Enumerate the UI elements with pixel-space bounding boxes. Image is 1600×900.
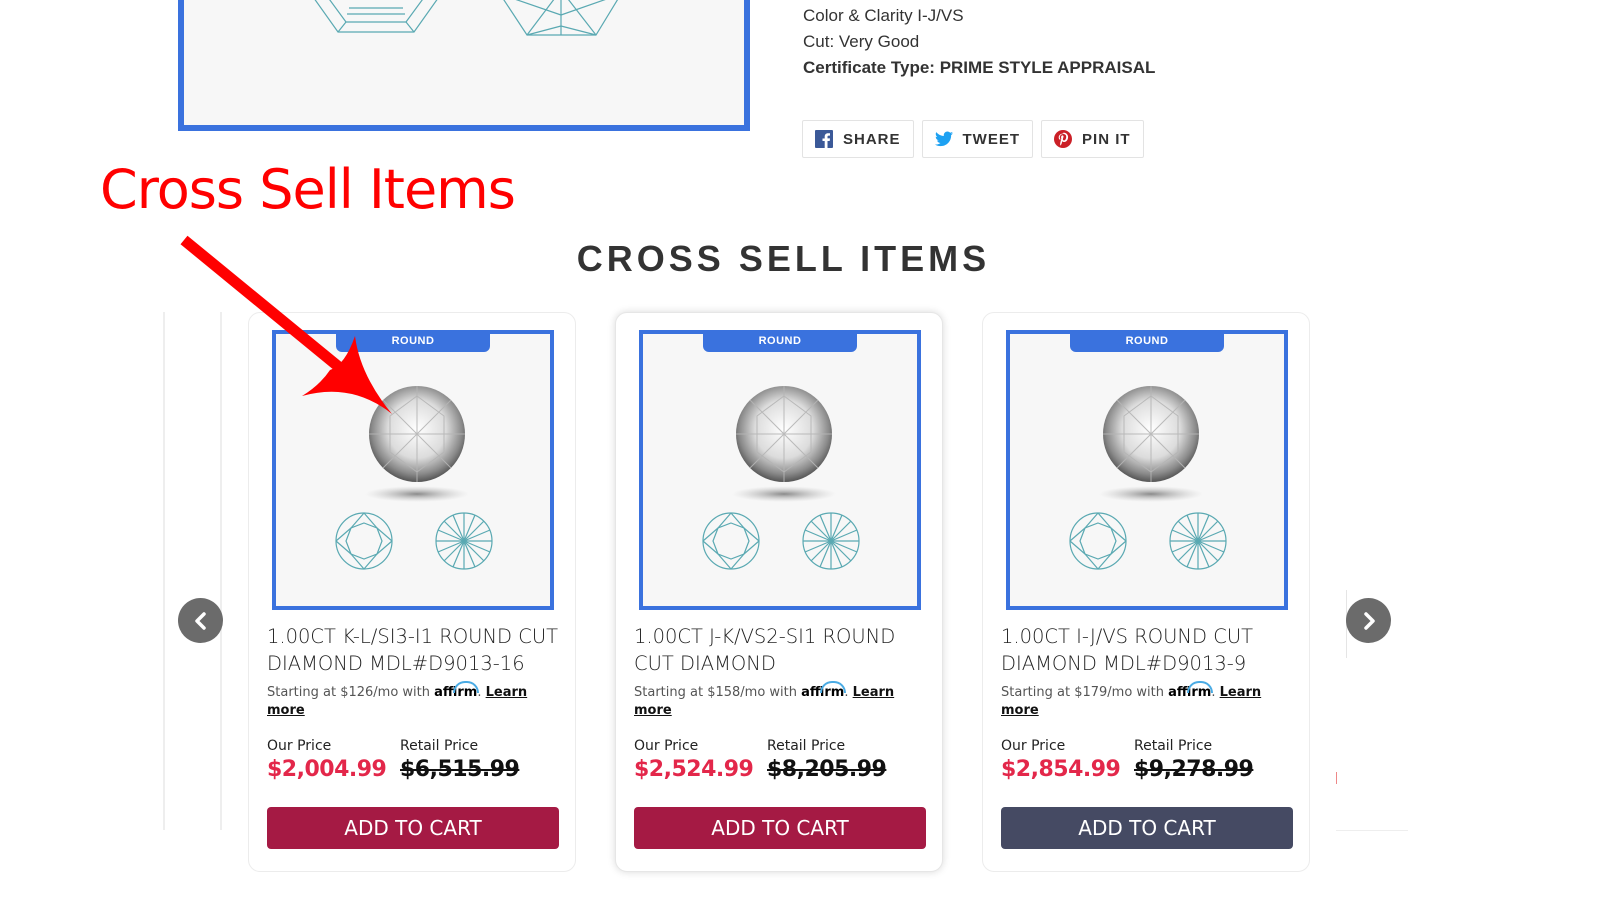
carousel-prev-button[interactable] — [178, 598, 223, 643]
affirm-logo-icon: affirm — [801, 685, 845, 700]
facebook-share-button[interactable]: SHARE — [802, 120, 914, 158]
affirm-logo-icon: affirm — [1168, 685, 1212, 700]
product-image[interactable]: ROUND — [639, 330, 921, 610]
our-price-label: Our Price — [1001, 738, 1066, 754]
octagon-crown-diagram — [314, 0, 438, 33]
partial-card-left-edge — [163, 312, 165, 830]
our-price-value: $2,004.99 — [267, 757, 387, 782]
affirm-prefix: Starting at $158/mo with — [634, 685, 797, 700]
diamond-image — [702, 386, 860, 570]
section-title: CROSS SELL ITEMS — [576, 238, 991, 279]
partial-card-right-price-mark — [1336, 772, 1337, 784]
cross-sell-card[interactable]: ROUND — [982, 312, 1310, 872]
cross-sell-card[interactable]: ROUND — [248, 312, 576, 872]
color-clarity-text: Color & Clarity I-J/VS — [803, 6, 964, 25]
partial-card-right-divider — [1336, 830, 1408, 831]
pinterest-pin-button[interactable]: PIN IT — [1041, 120, 1144, 158]
diamond-image — [335, 386, 493, 570]
product-image[interactable]: ROUND — [272, 330, 554, 610]
add-to-cart-button[interactable]: ADD TO CART — [634, 807, 926, 849]
facebook-icon — [815, 130, 833, 148]
our-price-value: $2,854.99 — [1001, 757, 1121, 782]
our-price-value: $2,524.99 — [634, 757, 754, 782]
chevron-right-icon — [1363, 611, 1375, 630]
product-details: Color & Clarity I-J/VS Cut: Very Good Ce… — [803, 5, 1155, 83]
product-title[interactable]: 1.00CT I-J/VS ROUND CUT DIAMOND MDL#D901… — [1001, 623, 1301, 677]
cross-sell-card[interactable]: ROUND — [615, 312, 943, 872]
retail-price-label: Retail Price — [1134, 738, 1213, 754]
diamond-shadow — [732, 486, 836, 502]
octagon-diamond-diagrams — [314, 0, 619, 36]
pin-it-label: PIN IT — [1082, 130, 1131, 148]
product-title[interactable]: 1.00CT K-L/SI3-I1 ROUND CUT DIAMOND MDL#… — [267, 623, 567, 677]
retail-price-value: $6,515.99 — [400, 757, 520, 782]
carousel-next-button[interactable] — [1346, 598, 1391, 643]
add-to-cart-button[interactable]: ADD TO CART — [1001, 807, 1293, 849]
cut-text: Cut: Very Good — [803, 32, 920, 51]
product-image[interactable]: ROUND — [1006, 330, 1288, 610]
product-title[interactable]: 1.00CT J-K/VS2-SI1 ROUND CUT DIAMOND — [634, 623, 934, 677]
pavilion-view-diagram — [1169, 512, 1227, 570]
our-price-label: Our Price — [634, 738, 699, 754]
certificate-type: Certificate Type: PRIME STYLE APPRAISAL — [803, 57, 1155, 83]
twitter-tweet-button[interactable]: TWEET — [921, 120, 1034, 158]
main-product-image — [178, 0, 750, 131]
certificate-label: Certificate Type: — [803, 58, 935, 77]
certificate-value: PRIME STYLE APPRAISAL — [939, 58, 1156, 77]
retail-price-value: $9,278.99 — [1134, 757, 1254, 782]
our-price-label: Our Price — [267, 738, 332, 754]
retail-price-label: Retail Price — [400, 738, 479, 754]
chevron-left-icon — [194, 611, 206, 630]
twitter-icon — [934, 130, 953, 148]
retail-price-label: Retail Price — [767, 738, 846, 754]
partial-card-left-edge-2 — [220, 312, 222, 830]
diamond-image — [1069, 386, 1227, 570]
crown-view-diagram — [1069, 512, 1127, 570]
crown-view-diagram — [335, 512, 393, 570]
crown-view-diagram — [702, 512, 760, 570]
diamond-shadow — [1099, 486, 1203, 502]
affirm-financing-text: Starting at $179/mo with affirm. Learn m… — [1001, 685, 1262, 718]
pavilion-view-diagram — [435, 512, 493, 570]
annotation-label: Cross Sell Items — [100, 158, 516, 221]
pavilion-view-diagram — [802, 512, 860, 570]
affirm-financing-text: Starting at $126/mo with affirm. Learn m… — [267, 685, 528, 718]
tweet-label: TWEET — [962, 130, 1021, 148]
social-share-row: SHARE TWEET PIN IT — [802, 120, 1144, 158]
share-label: SHARE — [843, 130, 901, 148]
octagon-pavilion-diagram — [503, 0, 619, 36]
pinterest-icon — [1054, 130, 1073, 148]
add-to-cart-button[interactable]: ADD TO CART — [267, 807, 559, 849]
affirm-prefix: Starting at $126/mo with — [267, 685, 430, 700]
affirm-prefix: Starting at $179/mo with — [1001, 685, 1164, 700]
affirm-financing-text: Starting at $158/mo with affirm. Learn m… — [634, 685, 895, 718]
retail-price-value: $8,205.99 — [767, 757, 887, 782]
diamond-shadow — [365, 486, 469, 502]
affirm-logo-icon: affirm — [434, 685, 478, 700]
